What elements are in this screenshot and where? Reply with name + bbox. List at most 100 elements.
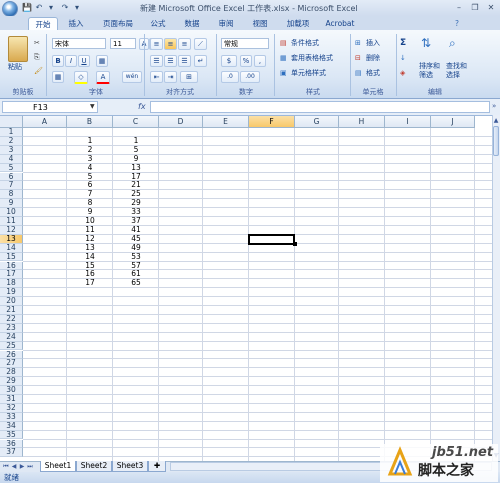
orientation-icon[interactable]: ⟋ — [194, 38, 207, 50]
fill-handle[interactable] — [293, 241, 297, 246]
styles-group-label: 样式 — [306, 88, 320, 96]
dropdown-icon[interactable]: ▾ — [46, 2, 56, 13]
cut-icon[interactable]: ✂ — [34, 38, 40, 48]
prev-sheet-icon[interactable]: ◀ — [10, 462, 18, 471]
cell-c18[interactable]: 65 — [113, 278, 159, 288]
autosum-button[interactable]: Σ — [400, 38, 406, 48]
column-header-b[interactable]: B — [67, 116, 113, 128]
increase-decimal-button[interactable]: .0 — [221, 71, 239, 83]
align-top-icon[interactable]: ≡ — [150, 38, 163, 50]
wrap-text-icon[interactable]: ↵ — [194, 55, 207, 67]
dropdown-icon[interactable]: ▾ — [72, 2, 82, 13]
close-button[interactable]: ✕ — [484, 2, 498, 13]
align-bottom-icon[interactable]: ≡ — [178, 38, 191, 50]
cell-styles-button[interactable]: 单元格样式 — [291, 68, 326, 78]
table-format-icon: ▦ — [280, 54, 287, 62]
last-sheet-icon[interactable]: ⏭ — [26, 462, 34, 471]
redo-icon[interactable]: ↷ — [60, 2, 70, 13]
align-right-icon[interactable]: ☰ — [178, 55, 191, 67]
office-button-icon[interactable] — [2, 1, 18, 17]
tab-home[interactable]: 开始 — [28, 17, 58, 31]
cell-b18[interactable]: 17 — [67, 278, 113, 288]
fill-icon[interactable]: ↓ — [400, 53, 406, 63]
column-header-d[interactable]: D — [159, 116, 203, 128]
decrease-indent-icon[interactable]: ⇤ — [150, 71, 163, 83]
clear-icon[interactable]: ◈ — [400, 68, 405, 78]
vertical-scrollbar[interactable] — [492, 115, 500, 461]
align-middle-icon[interactable]: ≡ — [164, 38, 177, 50]
fill-color-icon[interactable]: ◇ — [74, 71, 88, 84]
group-separator — [144, 34, 145, 96]
tab-view[interactable]: 视图 — [248, 17, 272, 30]
tab-data[interactable]: 数据 — [180, 17, 204, 30]
save-icon[interactable]: 💾 — [22, 2, 32, 13]
borders-icon[interactable]: ▦ — [96, 55, 108, 67]
tab-addins[interactable]: 加载项 — [282, 17, 314, 30]
window-title: 新建 Microsoft Office Excel 工作表.xlsx - Mic… — [140, 4, 358, 13]
currency-button[interactable]: $ — [221, 55, 237, 67]
insert-button[interactable]: 插入 — [366, 38, 380, 48]
phonetic-button[interactable]: wén — [122, 71, 142, 83]
name-box-dropdown-icon[interactable]: ▼ — [90, 103, 95, 110]
column-header-f[interactable]: F — [249, 116, 295, 128]
first-sheet-icon[interactable]: ⏮ — [2, 462, 10, 471]
sort-filter-button[interactable]: 排序和 筛选 — [419, 62, 440, 80]
column-header-a[interactable]: A — [23, 116, 67, 128]
italic-button[interactable]: I — [65, 55, 77, 67]
format-button[interactable]: 格式 — [366, 68, 380, 78]
column-header-h[interactable]: H — [339, 116, 385, 128]
underline-button[interactable]: U — [78, 55, 90, 67]
font-color-button[interactable]: A — [96, 71, 110, 84]
expand-formula-icon[interactable]: » — [492, 102, 496, 110]
watermark-text: 脚本之家 — [418, 463, 474, 479]
maximize-button[interactable]: ❐ — [468, 2, 482, 13]
conditional-format-button[interactable]: 条件格式 — [291, 38, 319, 48]
active-cell[interactable] — [248, 233, 295, 245]
name-box[interactable]: F13 — [2, 101, 98, 113]
vertical-scroll-thumb[interactable] — [493, 126, 499, 156]
bold-button[interactable]: B — [52, 55, 64, 67]
worksheet-grid[interactable]: A B C D E F G H I J 1 2 1 1 3 2 5 4 3 9 5 4 13 6 5 17 7 6 21 8 7 25 9 8 29… — [0, 116, 492, 461]
tab-page-layout[interactable]: 页面布局 — [98, 17, 138, 30]
sheet-tab-sheet2[interactable]: Sheet2 — [76, 461, 112, 472]
column-header-i[interactable]: I — [385, 116, 431, 128]
format-painter-icon[interactable]: 🖌 — [34, 66, 43, 76]
column-header-c[interactable]: C — [113, 116, 159, 128]
help-icon[interactable]: ? — [452, 17, 462, 30]
row-header-37[interactable]: 37 — [0, 447, 23, 458]
tab-insert[interactable]: 插入 — [64, 17, 88, 30]
font-size-combo[interactable]: 11 — [110, 38, 136, 49]
tab-acrobat[interactable]: Acrobat — [322, 17, 358, 30]
gridline — [23, 385, 492, 387]
scroll-up-icon[interactable]: ▲ — [493, 116, 499, 125]
paste-button[interactable]: 粘贴 — [8, 62, 22, 72]
paste-icon[interactable] — [8, 36, 28, 62]
percent-button[interactable]: % — [240, 55, 252, 67]
sheet-tab-sheet1[interactable]: Sheet1 — [40, 461, 76, 472]
sheet-tab-sheet3[interactable]: Sheet3 — [112, 461, 148, 472]
column-header-g[interactable]: G — [295, 116, 339, 128]
delete-button[interactable]: 删除 — [366, 53, 380, 63]
format-as-table-button[interactable]: 套用表格格式 — [291, 53, 333, 63]
align-left-icon[interactable]: ☰ — [150, 55, 163, 67]
copy-icon[interactable]: ⎘ — [34, 52, 40, 62]
formula-input[interactable] — [150, 101, 490, 113]
column-header-e[interactable]: E — [203, 116, 249, 128]
align-center-icon[interactable]: ☰ — [164, 55, 177, 67]
undo-icon[interactable]: ↶ — [34, 2, 44, 13]
decrease-decimal-button[interactable]: .00 — [240, 71, 260, 83]
column-header-j[interactable]: J — [431, 116, 475, 128]
tab-formulas[interactable]: 公式 — [146, 17, 170, 30]
increase-indent-icon[interactable]: ⇥ — [164, 71, 177, 83]
next-sheet-icon[interactable]: ▶ — [18, 462, 26, 471]
tab-review[interactable]: 审阅 — [214, 17, 238, 30]
find-select-button[interactable]: 查找和 选择 — [446, 62, 467, 80]
font-name-combo[interactable]: 宋体 — [52, 38, 106, 49]
insert-function-button[interactable]: fx — [138, 101, 148, 113]
number-format-combo[interactable]: 常规 — [221, 38, 269, 49]
comma-button[interactable]: , — [254, 55, 266, 67]
minimize-button[interactable]: – — [452, 2, 466, 13]
insert-sheet-icon[interactable]: ✚ — [148, 461, 166, 472]
border-icon[interactable]: ▦ — [52, 71, 64, 83]
merge-center-icon[interactable]: ⊞ — [180, 71, 198, 83]
